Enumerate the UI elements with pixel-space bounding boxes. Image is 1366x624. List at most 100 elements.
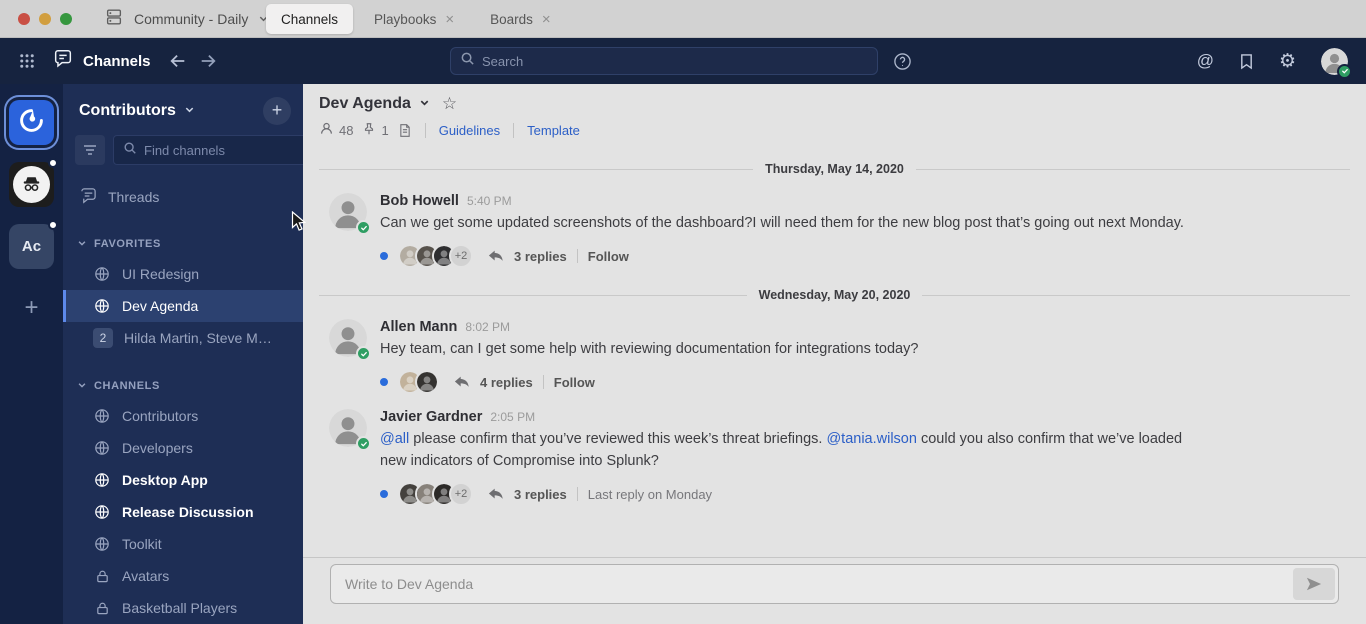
help-icon[interactable] <box>893 52 912 71</box>
server-name: Community - Daily <box>134 10 249 27</box>
send-button[interactable] <box>1293 568 1335 600</box>
history-back-button[interactable] <box>169 53 187 69</box>
text-run: please confirm that you’ve reviewed this… <box>409 431 827 448</box>
global-header-actions: @ ⚙ <box>1197 47 1352 79</box>
mention-link[interactable]: @tania.wilson <box>826 431 916 447</box>
at-mentions-icon[interactable]: @ <box>1197 51 1214 71</box>
sidebar-item-hilda-martin-steve-m[interactable]: 2 Hilda Martin, Steve M… <box>63 322 303 354</box>
main-panel: Dev Agenda ☆ 48 1 Guidelines Template Th… <box>303 84 1366 624</box>
product-switcher-grid-icon[interactable] <box>18 52 36 70</box>
chevron-down-icon[interactable] <box>419 95 430 113</box>
minimize-window-button[interactable] <box>39 12 51 25</box>
pinned-count[interactable]: 1 <box>362 122 389 139</box>
sidebar-item-toolkit[interactable]: Toolkit <box>63 528 303 560</box>
sidebar-item-developers[interactable]: Developers <box>63 432 303 464</box>
message-text: Can we get some updated screenshots of t… <box>380 212 1212 234</box>
search-box[interactable] <box>450 47 878 75</box>
window-controls <box>0 12 72 25</box>
tab-channels[interactable]: Channels <box>266 4 354 34</box>
tab-boards[interactable]: Boards × <box>475 4 566 34</box>
reply-count[interactable]: 4 replies <box>480 375 533 390</box>
message-timestamp: 2:05 PM <box>490 410 536 425</box>
notification-dot <box>48 158 58 168</box>
globe-icon <box>93 408 111 424</box>
team-ac[interactable]: Ac <box>9 220 58 269</box>
divider <box>513 122 515 138</box>
avatar[interactable] <box>329 319 371 362</box>
maximize-window-button[interactable] <box>60 12 72 25</box>
reply-count[interactable]: 3 replies <box>514 249 567 264</box>
team-name-label: Contributors <box>79 101 176 119</box>
find-channels-input[interactable] <box>144 142 303 158</box>
search-input[interactable] <box>482 53 868 69</box>
message-composer[interactable] <box>330 564 1339 604</box>
section-header-channels[interactable]: CHANNELS <box>63 372 303 400</box>
favorite-star-icon[interactable]: ☆ <box>442 94 457 114</box>
message-author[interactable]: Allen Mann <box>380 319 457 335</box>
thread-summary[interactable]: 4 replies Follow <box>380 369 1342 395</box>
sidebar-section-favorites: FAVORITES UI Redesign Dev Agenda 2 Hilda Mar… <box>63 230 303 354</box>
avatar[interactable] <box>329 409 371 452</box>
section-title: FAVORITES <box>94 238 161 250</box>
close-icon[interactable]: × <box>445 12 454 27</box>
history-forward-button[interactable] <box>199 53 217 69</box>
close-icon[interactable]: × <box>542 12 551 27</box>
saved-posts-bookmark-icon[interactable] <box>1239 53 1254 70</box>
mention-link[interactable]: @all <box>380 431 409 447</box>
team-name-menu[interactable]: Contributors <box>79 102 195 120</box>
thread-summary[interactable]: +2 3 replies Follow <box>380 243 1342 269</box>
unread-dot-icon <box>380 490 388 499</box>
lock-icon <box>93 601 111 616</box>
globe-icon <box>93 266 111 282</box>
message-input[interactable] <box>331 565 1338 603</box>
settings-gear-icon[interactable]: ⚙ <box>1279 50 1296 72</box>
globe-icon <box>93 440 111 456</box>
team-mattermost[interactable] <box>9 100 54 145</box>
sidebar-item-basketball-players[interactable]: Basketball Players <box>63 592 303 624</box>
channel-label: Contributors <box>122 408 199 424</box>
follow-button[interactable]: Follow <box>554 375 595 390</box>
template-link[interactable]: Template <box>527 123 580 138</box>
channel-files-button[interactable] <box>398 123 412 138</box>
channel-title[interactable]: Dev Agenda <box>319 95 411 113</box>
date-label: Thursday, May 14, 2020 <box>753 162 916 176</box>
sidebar-item-ui-redesign[interactable]: UI Redesign <box>63 258 303 290</box>
close-window-button[interactable] <box>18 12 30 25</box>
message-text: @all please confirm that you’ve reviewed… <box>380 428 1212 472</box>
sidebar-item-contributors[interactable]: Contributors <box>63 400 303 432</box>
post-header: Javier Gardner 2:05 PM <box>380 409 1342 425</box>
message-author[interactable]: Javier Gardner <box>380 409 482 425</box>
sidebar-item-threads[interactable]: Threads <box>63 181 303 212</box>
section-header-favorites[interactable]: FAVORITES <box>63 230 303 258</box>
avatar[interactable] <box>329 193 371 235</box>
tab-label: Channels <box>281 11 339 27</box>
channel-label: Dev Agenda <box>122 298 199 314</box>
add-channel-button[interactable]: + <box>263 96 291 125</box>
sidebar-sections: FAVORITES UI Redesign Dev Agenda 2 Hilda Mar… <box>63 212 303 624</box>
user-avatar[interactable] <box>1321 47 1352 79</box>
member-count-value: 48 <box>339 122 354 138</box>
sidebar-item-dev-agenda[interactable]: Dev Agenda <box>63 290 303 322</box>
team-initials: Ac <box>21 238 42 255</box>
sidebar-item-release-discussion[interactable]: Release Discussion <box>63 496 303 528</box>
follow-button[interactable]: Follow <box>588 249 629 264</box>
add-team-button[interactable]: + <box>24 294 38 322</box>
guidelines-link[interactable]: Guidelines <box>439 123 500 138</box>
channel-label: Toolkit <box>122 536 162 552</box>
sidebar-item-avatars[interactable]: Avatars <box>63 560 303 592</box>
tab-playbooks[interactable]: Playbooks × <box>359 4 469 34</box>
participant-avatar <box>415 370 439 395</box>
find-channels-box[interactable] <box>113 135 303 166</box>
member-count[interactable]: 48 <box>319 121 353 139</box>
message-author[interactable]: Bob Howell <box>380 193 459 209</box>
sidebar-item-desktop-app[interactable]: Desktop App <box>63 464 303 496</box>
participant-overflow: +2 <box>449 244 473 269</box>
text-run: Can we get some updated screenshots of t… <box>380 215 1184 231</box>
team-incognito[interactable] <box>9 158 58 207</box>
server-menu[interactable]: Community - Daily <box>104 7 269 30</box>
threads-icon <box>80 187 97 207</box>
search-icon <box>123 141 137 160</box>
reply-count[interactable]: 3 replies <box>514 487 567 502</box>
channel-filter-icon[interactable] <box>75 135 105 166</box>
thread-summary[interactable]: +2 3 replies Last reply on Monday <box>380 481 1342 507</box>
